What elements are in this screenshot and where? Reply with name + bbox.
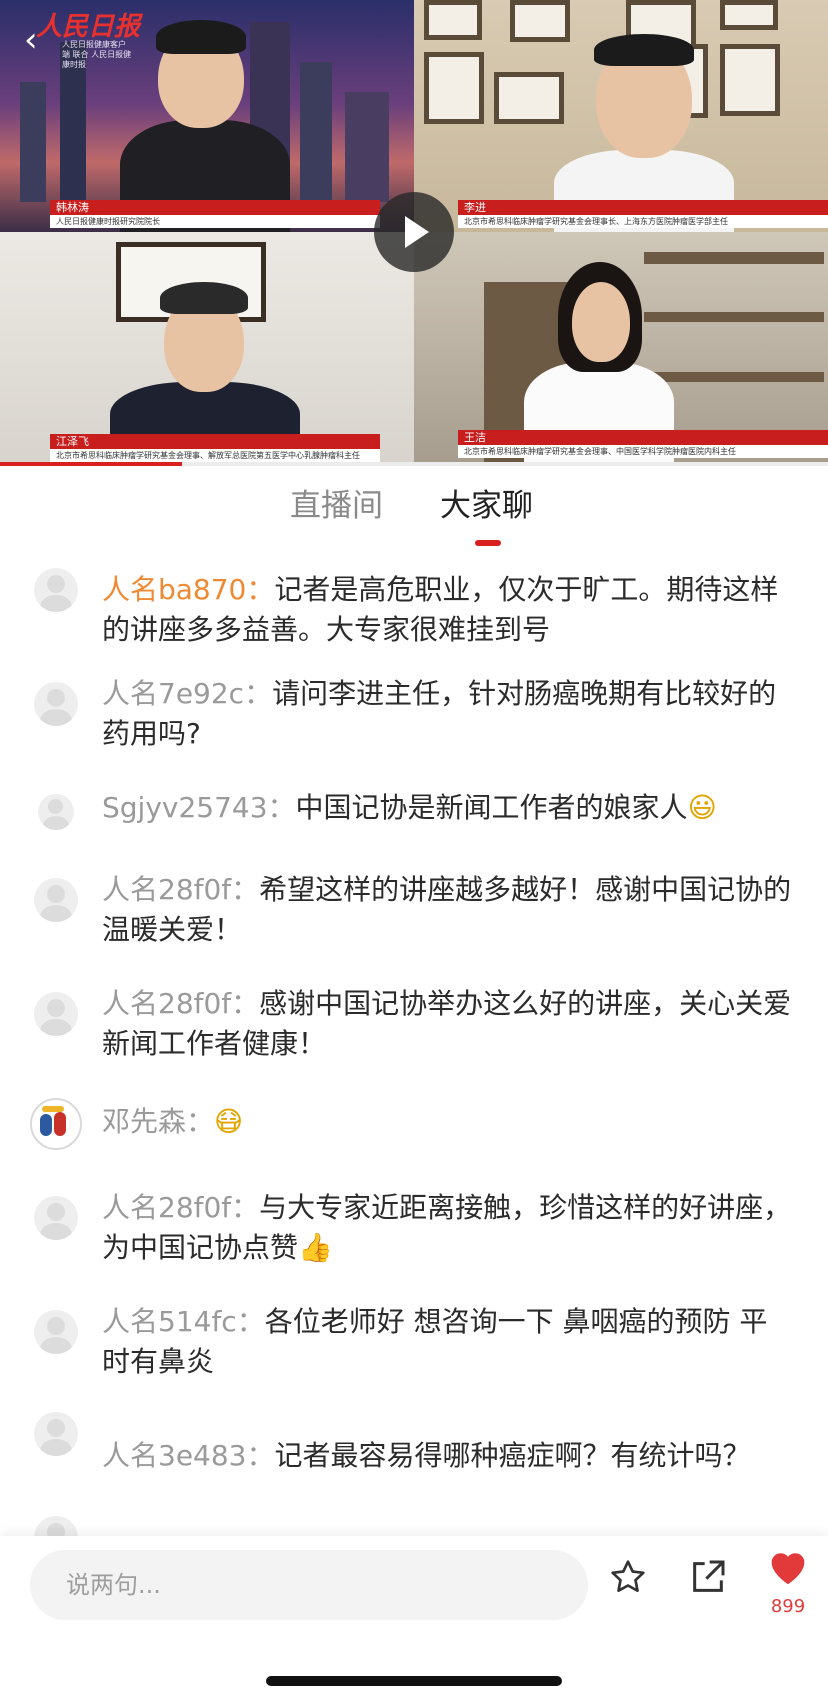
user-avatar[interactable] [30,1098,82,1150]
tab-chat[interactable]: 大家聊 [440,480,533,525]
speaker-name: 王洁 [458,430,828,445]
speaker-name: 韩林涛 [50,200,380,215]
brand-logo-subtitle: 人民日报健康客户端 联合 人民日报健康时报 [62,40,132,69]
chat-username[interactable]: 人名7e92c： [102,677,272,710]
live-video-player[interactable]: 人民日报 人民日报健康客户端 联合 人民日报健康时报 ‹ 韩林涛 人民日报健康时… [0,0,828,462]
home-indicator[interactable] [266,1676,562,1686]
speaker-caption: 江泽飞 北京市希思科临床肿瘤学研究基金会理事、解放军总医院第五医学中心乳腺肿瘤科… [50,430,380,462]
video-cell-speaker-3: 江泽飞 北京市希思科临床肿瘤学研究基金会理事、解放军总医院第五医学中心乳腺肿瘤科… [0,232,414,462]
wall-photo [424,0,482,40]
speaker-name: 江泽飞 [50,434,380,449]
wall-photo [720,44,780,116]
speaker-title: 北京市希思科临床肿瘤学研究基金会理事、解放军总医院第五医学中心乳腺肿瘤科主任 [50,449,380,462]
comment-bar: 899 [0,1536,828,1704]
speaker-caption: 李进 北京市希思科临床肿瘤学研究基金会理事长、上海东方医院肿瘤医学部主任 [458,196,828,228]
user-avatar[interactable] [34,1412,78,1456]
thumbs-up-icon: 👍 [298,1231,333,1264]
city-building [300,62,332,202]
video-cell-speaker-4: 王洁 北京市希思科临床肿瘤学研究基金会理事、中国医学科学院肿瘤医院内科主任 [414,232,828,462]
user-avatar[interactable] [34,568,78,612]
speaker-title: 北京市希思科临床肿瘤学研究基金会理事、中国医学科学院肿瘤医院内科主任 [458,445,828,458]
chat-username[interactable]: 人名3e483： [102,1439,275,1472]
chat-message-text: 人名514fc：各位老师好 想咨询一下 鼻咽癌的预防 平时有鼻炎 [102,1302,792,1382]
user-avatar[interactable] [34,1516,78,1536]
user-avatar[interactable] [34,1310,78,1354]
tab-live-room[interactable]: 直播间 [290,480,383,525]
speaker-title: 人民日报健康时报研究院院长 [50,215,380,228]
video-cell-speaker-2: 李进 北京市希思科临床肿瘤学研究基金会理事长、上海东方医院肿瘤医学部主任 [414,0,828,232]
back-chevron-icon[interactable]: ‹ [24,20,64,60]
chat-username[interactable]: 人名ba870： [102,573,274,606]
chat-username[interactable]: 人名28f0f： [102,873,259,906]
bookshelf [644,372,824,382]
speaker-name: 李进 [458,200,828,215]
heart-icon[interactable] [760,1546,816,1602]
user-avatar[interactable] [38,794,74,830]
city-building [20,82,46,202]
chat-content: 中国记协是新闻工作者的娘家人 [295,791,688,824]
speaker-title: 北京市希思科临床肿瘤学研究基金会理事长、上海东方医院肿瘤医学部主任 [458,215,828,228]
bookshelf [644,252,824,264]
user-avatar[interactable] [34,1196,78,1240]
chat-message-text: 人名28f0f：感谢中国记协举办这么好的讲座，关心关爱新闻工作者健康！ [102,984,792,1064]
grinning-face-icon: 😃 [687,791,717,824]
chat-content: 记者最容易得哪种癌症啊？有统计吗？ [274,1439,751,1472]
tab-bar: 直播间 大家聊 [0,466,828,550]
chat-username[interactable]: 邓先森： [102,1105,214,1138]
like-count: 899 [770,1596,806,1617]
chat-message-text: 人名7e92c：请问李进主任，针对肠癌晚期有比较好的药用吗? [102,674,792,754]
wall-photo [510,0,570,42]
city-building [345,92,389,202]
share-icon[interactable] [680,1556,736,1612]
chat-message-text: Sgjyv25743：中国记协是新闻工作者的娘家人😃 [102,788,792,828]
chat-message-text: 人名3e483：记者最容易得哪种癌症啊？有统计吗？ [102,1436,792,1476]
chat-username[interactable]: 人名28f0f： [102,987,259,1020]
chat-message-text: 人名28f0f：希望这样的讲座越多越好！感谢中国记协的温暖关爱！ [102,870,792,950]
chat-list[interactable]: 人名ba870：记者是高危职业，仅次于旷工。期待这样的讲座多多益善。大专家很难挂… [0,560,828,1536]
speaker-caption: 韩林涛 人民日报健康时报研究院院长 [50,196,380,228]
chat-message-text: 人名ba870：记者是高危职业，仅次于旷工。期待这样的讲座多多益善。大专家很难挂… [102,570,792,650]
chat-message-text: 人名28f0f：与大专家近距离接触，珍惜这样的好讲座，为中国记协点赞👍 [102,1188,792,1268]
speaker-caption: 王洁 北京市希思科临床肿瘤学研究基金会理事、中国医学科学院肿瘤医院内科主任 [458,426,828,458]
wall-photo [494,72,564,124]
bookshelf [644,312,824,322]
play-button-icon[interactable] [374,192,454,272]
user-avatar[interactable] [34,992,78,1036]
active-tab-indicator [475,540,501,546]
chat-username[interactable]: 人名28f0f： [102,1191,259,1224]
chat-message-text: 邓先森：😷 [102,1102,792,1142]
chat-username[interactable]: 人名514fc： [102,1305,265,1338]
video-cell-speaker-1: 人民日报 人民日报健康客户端 联合 人民日报健康时报 ‹ 韩林涛 人民日报健康时… [0,0,414,232]
star-icon[interactable] [600,1556,656,1612]
chat-username[interactable]: Sgjyv25743： [102,791,296,824]
wall-photo [424,52,484,124]
comment-input[interactable] [30,1550,588,1620]
user-avatar[interactable] [34,878,78,922]
face-with-mask-icon: 😷 [214,1105,244,1138]
user-avatar[interactable] [34,682,78,726]
wall-photo [720,0,778,30]
